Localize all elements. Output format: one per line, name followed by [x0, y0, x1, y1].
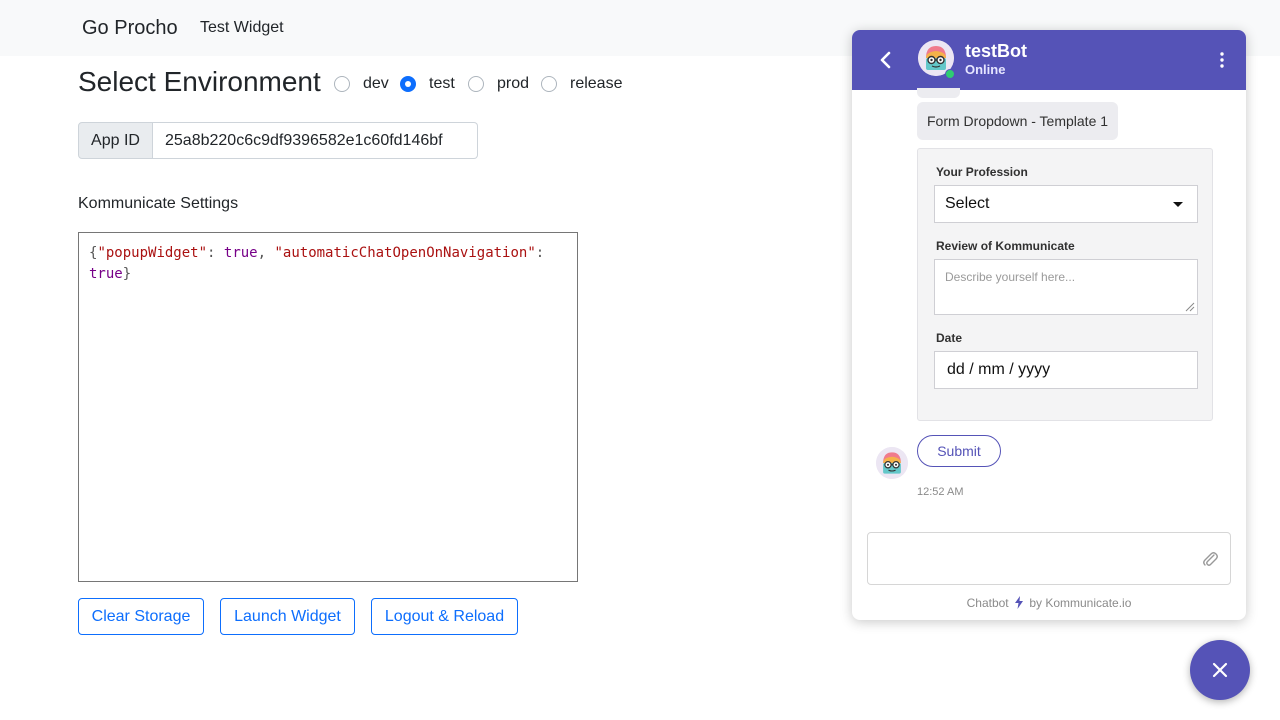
- bot-avatar-icon: [876, 447, 908, 479]
- radio-label: dev: [363, 75, 389, 92]
- logout-reload-button[interactable]: Logout & Reload: [371, 598, 518, 635]
- json-token: ,: [257, 245, 267, 261]
- review-label: Review of Kommunicate: [936, 239, 1075, 253]
- profession-label: Your Profession: [936, 165, 1028, 179]
- settings-label: Kommunicate Settings: [78, 195, 239, 212]
- settings-json-editor[interactable]: {"popupWidget": true, "automaticChatOpen…: [78, 232, 578, 582]
- json-token: true: [223, 245, 258, 261]
- powered-by: Chatbot by Kommunicate.io: [852, 596, 1246, 610]
- submit-button[interactable]: Submit: [917, 435, 1001, 467]
- radio-dev[interactable]: dev: [334, 74, 389, 94]
- launch-widget-button[interactable]: Launch Widget: [220, 598, 355, 635]
- radio-release[interactable]: release: [541, 74, 622, 94]
- page-title: Select Environment: [78, 66, 321, 97]
- app-id-group: App ID 25a8b220c6c9df9396582e1c60fd146bf: [78, 122, 478, 159]
- brand-link[interactable]: Go Procho: [82, 17, 178, 40]
- radio-label: prod: [497, 75, 530, 92]
- json-token: :: [535, 245, 545, 261]
- radio-circle[interactable]: [541, 76, 557, 92]
- json-token: }: [122, 266, 132, 282]
- chat-form: Your Profession Select Review of Kommuni…: [917, 148, 1213, 421]
- review-textarea[interactable]: Describe yourself here...: [934, 259, 1198, 315]
- powered-suffix[interactable]: by Kommunicate.io: [1029, 596, 1131, 610]
- nav-link-test-widget[interactable]: Test Widget: [200, 19, 284, 37]
- radio-label: test: [429, 75, 455, 92]
- bot-status: Online: [965, 62, 1006, 77]
- more-vertical-icon[interactable]: [1214, 50, 1230, 70]
- app-id-input[interactable]: 25a8b220c6c9df9396582e1c60fd146bf: [153, 122, 478, 159]
- json-token: "popupWidget": [97, 245, 208, 261]
- message-bubble: Form Dropdown - Template 1: [917, 102, 1119, 140]
- chevron-left-icon[interactable]: [876, 50, 896, 70]
- review-placeholder: Describe yourself here...: [945, 270, 1076, 284]
- json-token: :: [207, 245, 216, 261]
- json-token: true: [89, 266, 123, 282]
- previous-message-bubble: [917, 88, 960, 98]
- online-status-dot: [945, 69, 955, 79]
- message-timestamp: 12:52 AM: [917, 486, 964, 498]
- powered-prefix: Chatbot: [966, 596, 1009, 610]
- chat-header: testBot Online: [852, 30, 1246, 90]
- json-token: "automaticChatOpenOnNavigation": [274, 245, 536, 261]
- profession-select[interactable]: Select: [934, 185, 1198, 223]
- radio-label: release: [570, 75, 623, 92]
- app-id-label: App ID: [78, 122, 153, 159]
- radio-circle[interactable]: [468, 76, 484, 92]
- message-input[interactable]: [867, 532, 1231, 585]
- date-input[interactable]: dd / mm / yyyy: [934, 351, 1198, 389]
- bolt-icon: [1014, 596, 1023, 609]
- caret-down-icon: [1173, 202, 1183, 207]
- radio-test[interactable]: test: [400, 74, 455, 94]
- paperclip-icon[interactable]: [1200, 549, 1220, 569]
- radio-circle-checked[interactable]: [400, 76, 416, 92]
- date-label: Date: [936, 331, 963, 345]
- radio-prod[interactable]: prod: [468, 74, 529, 94]
- clear-storage-button[interactable]: Clear Storage: [78, 598, 204, 635]
- chat-widget: testBot Online Form Dropdown - Template …: [852, 30, 1246, 620]
- bot-message-avatar: [876, 447, 908, 479]
- resize-handle-icon[interactable]: [1185, 302, 1195, 312]
- radio-circle[interactable]: [334, 76, 350, 92]
- close-icon: [1212, 662, 1228, 678]
- close-widget-button[interactable]: [1190, 640, 1250, 700]
- bot-name: testBot: [965, 41, 1027, 61]
- profession-select-value: Select: [945, 195, 990, 212]
